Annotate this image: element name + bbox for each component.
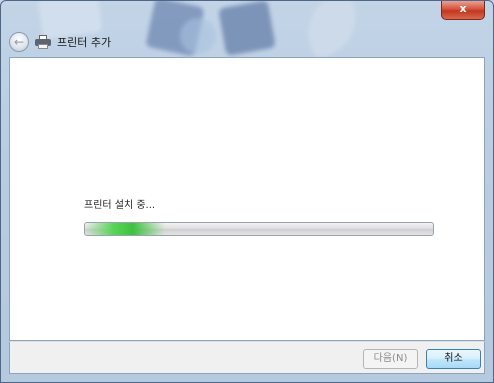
title-bar: ← 프린터 추가: [9, 31, 111, 53]
printer-icon: [35, 35, 51, 49]
content-panel: 프린터 설치 중...: [9, 57, 485, 341]
progress-fill: [85, 223, 166, 235]
add-printer-window: x ← 프린터 추가 프린터 설치 중... 다음(N) 취소: [0, 0, 494, 383]
close-icon: x: [459, 2, 467, 15]
next-button[interactable]: 다음(N): [363, 349, 418, 369]
footer-bar: 다음(N) 취소: [9, 341, 485, 374]
back-button[interactable]: ←: [9, 32, 29, 52]
window-title: 프린터 추가: [57, 36, 112, 49]
close-button[interactable]: x: [441, 1, 485, 20]
install-progress-bar: [84, 222, 434, 236]
install-status-text: 프린터 설치 중...: [84, 200, 156, 211]
cancel-button[interactable]: 취소: [426, 349, 481, 369]
back-arrow-icon: ←: [13, 35, 25, 49]
